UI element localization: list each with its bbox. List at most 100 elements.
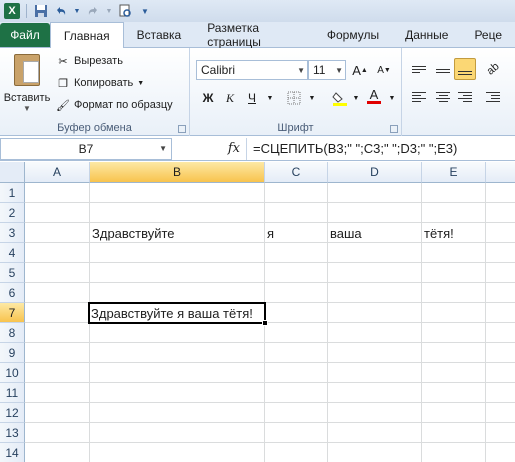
cell-d3[interactable]: ваша [328,223,422,243]
row-header[interactable]: 6 [0,283,25,303]
chevron-down-icon: ▼ [23,104,31,113]
insert-function-button[interactable]: fx [172,138,246,160]
align-bottom-icon[interactable] [454,58,476,80]
column-header-f[interactable] [486,162,515,183]
cell-b3[interactable]: Здравствуйте [90,223,265,243]
redo-dropdown-icon[interactable]: ▼ [105,3,113,19]
fill-color-dropdown-icon[interactable]: ▼ [346,88,366,108]
gridline [25,282,515,283]
underline-button[interactable]: Ч [242,88,262,108]
name-box[interactable]: B7 ▼ [0,137,172,160]
cell-e3[interactable]: тётя! [422,223,486,243]
bold-button[interactable]: Ж [198,88,218,108]
clipboard-group: Вставить ▼ ✂ Вырезать ❐ Копировать ▼ 🖌 Ф… [0,48,190,136]
align-right-icon[interactable] [454,86,476,108]
tab-data[interactable]: Данные [392,23,461,47]
font-color-dropdown-icon[interactable]: ▼ [382,88,402,108]
tab-formulas[interactable]: Формулы [314,23,392,47]
format-painter-button[interactable]: 🖌 Формат по образцу [56,96,173,114]
row-header[interactable]: 11 [0,383,25,403]
clipboard-group-label: Буфер обмена [57,122,132,134]
tab-insert[interactable]: Вставка [124,23,195,47]
grow-font-icon: A [352,62,361,78]
align-center-icon[interactable] [432,86,454,108]
copy-button[interactable]: ❐ Копировать ▼ [56,74,144,92]
worksheet-grid[interactable]: A B C D E 1 2 3 4 5 6 7 8 9 10 11 12 13 … [0,162,515,462]
alignment-group: ab [402,48,515,136]
row-header[interactable]: 5 [0,263,25,283]
undo-icon[interactable] [53,3,69,19]
tab-home[interactable]: Главная [49,22,124,48]
cell-c3[interactable]: я [265,223,328,243]
redo-icon[interactable] [85,3,101,19]
paste-label: Вставить [3,92,51,104]
fill-handle[interactable] [262,320,268,326]
print-preview-icon[interactable] [117,3,133,19]
column-header-d[interactable]: D [328,162,422,183]
chevron-down-icon[interactable]: ▼ [159,144,167,153]
gridline [25,362,515,363]
font-name-value: Calibri [201,63,236,77]
font-launcher-icon[interactable] [390,125,398,133]
decrease-indent-icon[interactable] [482,86,504,108]
row-header[interactable]: 8 [0,323,25,343]
formula-bar: B7 ▼ fx =СЦЕПИТЬ(B3;" ";C3;" ";D3;" ";E3… [0,137,515,161]
paste-icon [14,54,40,86]
gridline [25,422,515,423]
chevron-down-icon: ▼ [335,65,343,75]
borders-dropdown-icon[interactable]: ▼ [302,88,322,108]
tab-file[interactable]: Файл [0,23,50,47]
borders-icon[interactable] [284,88,304,108]
paste-button[interactable]: Вставить ▼ [4,52,50,114]
align-middle-icon[interactable] [432,58,454,80]
font-size-select[interactable]: 11 ▼ [308,60,346,80]
gridline [25,342,515,343]
row-header[interactable]: 2 [0,203,25,223]
undo-dropdown-icon[interactable]: ▼ [73,3,81,19]
orientation-icon[interactable]: ab [482,58,504,80]
shrink-font-button[interactable]: A ▼ [374,60,394,80]
row-header[interactable]: 3 [0,223,25,243]
name-box-value: B7 [78,141,94,156]
column-header-a[interactable]: A [25,162,90,183]
align-top-icon[interactable] [408,58,430,80]
shrink-font-icon: A [377,64,384,76]
font-group: Calibri ▼ 11 ▼ A ▲ A ▼ Ж К Ч ▼ ▼ ▼ A ▼ Шри… [190,48,402,136]
align-left-icon[interactable] [408,86,430,108]
cell-b7-active[interactable]: Здравствуйте я ваша тётя! [88,302,266,324]
underline-dropdown-icon[interactable]: ▼ [260,88,280,108]
fx-icon: fx [227,141,240,156]
grow-font-button[interactable]: A ▲ [350,60,370,80]
clipboard-launcher-icon[interactable] [178,125,186,133]
row-header[interactable]: 7 [0,303,25,323]
font-size-value: 11 [313,63,326,77]
tab-review[interactable]: Реце [461,23,515,47]
row-header[interactable]: 10 [0,363,25,383]
italic-button[interactable]: К [220,88,240,108]
font-color-button[interactable]: A [364,86,384,106]
column-header-b[interactable]: B [90,162,265,183]
tab-page-layout[interactable]: Разметка страницы [194,21,314,49]
row-header[interactable]: 4 [0,243,25,263]
gridline [25,382,515,383]
ribbon-tabs: Файл Главная Вставка Разметка страницы Ф… [0,21,515,49]
quick-access-toolbar: X ▼ ▼ ▼ [0,0,515,22]
row-header[interactable]: 9 [0,343,25,363]
customize-icon[interactable]: ▼ [137,3,153,19]
save-icon[interactable] [33,3,49,19]
column-header-c[interactable]: C [265,162,328,183]
formula-input[interactable]: =СЦЕПИТЬ(B3;" ";C3;" ";D3;" ";E3) [246,137,515,160]
select-all-button[interactable] [0,162,25,183]
row-header[interactable]: 12 [0,403,25,423]
font-name-select[interactable]: Calibri ▼ [196,60,308,80]
chevron-down-icon[interactable]: ▼ [137,80,144,87]
cut-button[interactable]: ✂ Вырезать [56,52,123,70]
ribbon: Вставить ▼ ✂ Вырезать ❐ Копировать ▼ 🖌 Ф… [0,48,515,136]
row-header[interactable]: 13 [0,423,25,443]
chevron-down-icon: ▼ [297,65,305,75]
gridline [25,442,515,443]
row-header[interactable]: 14 [0,443,25,462]
gridline [25,202,515,203]
row-header[interactable]: 1 [0,183,25,203]
column-header-e[interactable]: E [422,162,486,183]
